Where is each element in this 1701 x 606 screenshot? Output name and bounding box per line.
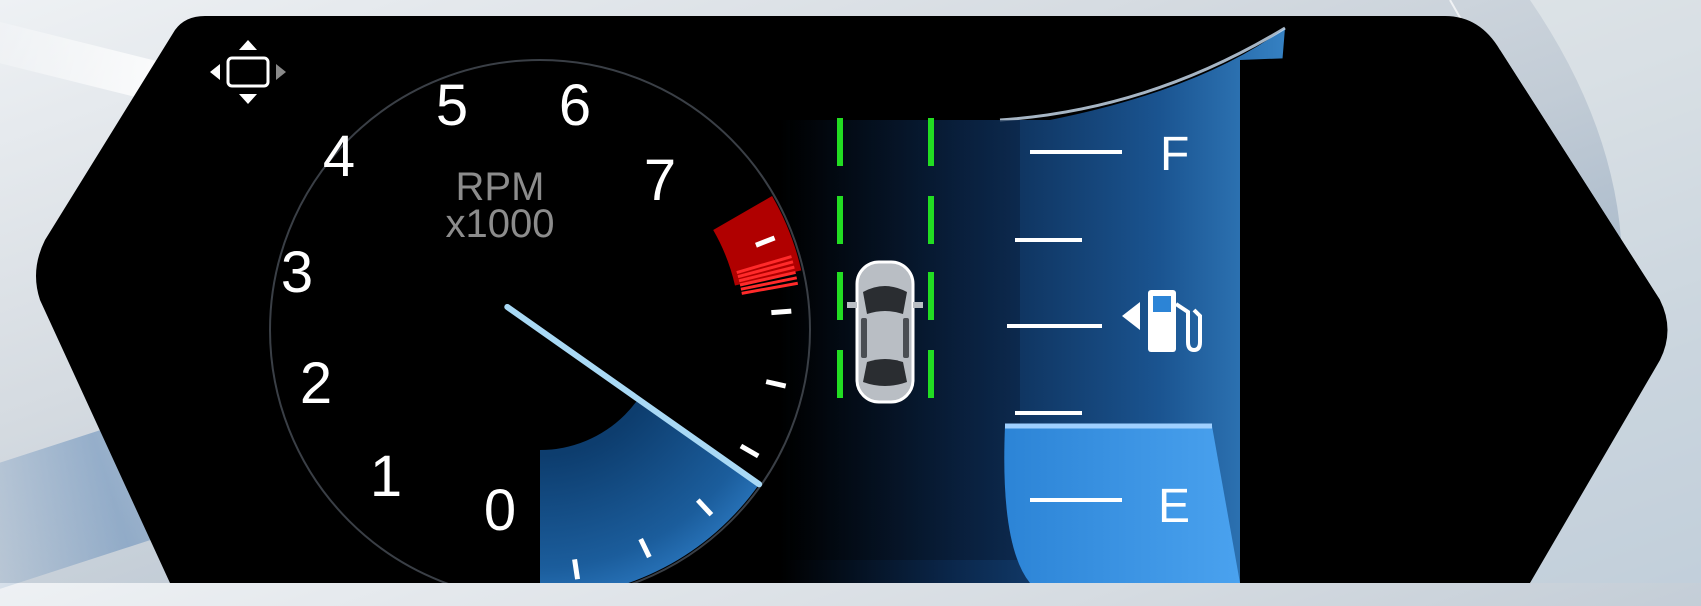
- fuel-empty-label: E: [1158, 480, 1190, 533]
- fuel-level-fill: [1004, 426, 1240, 583]
- tach-scale-label: 0: [484, 478, 516, 543]
- instrument-cluster: RPM x1000 0 1 2 3 4 5 6 7 F E: [36, 0, 1701, 583]
- tach-scale-label: 1: [370, 444, 402, 509]
- tach-scale-label: 3: [281, 240, 313, 305]
- tach-scale-label: 2: [300, 351, 332, 416]
- tach-scale-label: 6: [559, 73, 591, 138]
- tach-scale-label: 4: [323, 124, 355, 189]
- tach-minor-tick: [771, 308, 792, 316]
- tach-scale-label: 5: [436, 73, 468, 138]
- car-top-view-icon: [847, 260, 923, 404]
- fuel-full-label: F: [1160, 128, 1189, 181]
- tach-minor-tick: [572, 559, 581, 580]
- tach-scale-label: 7: [644, 148, 676, 213]
- tach-unit-multiplier: x1000: [446, 202, 555, 246]
